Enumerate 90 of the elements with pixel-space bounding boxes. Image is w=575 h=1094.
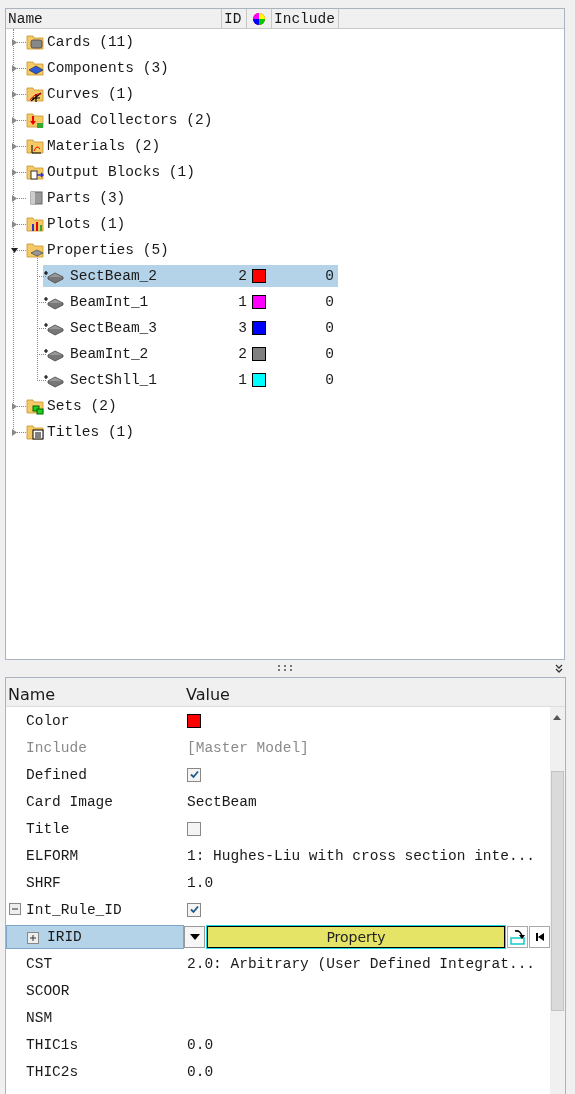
property-value: 0.0 [187, 1063, 214, 1080]
property-icon [43, 320, 65, 336]
property-name: CST [26, 955, 53, 972]
tree-item[interactable]: Components (3) [47, 60, 169, 76]
plots-folder-icon [26, 215, 46, 233]
include-value: 0 [325, 346, 334, 362]
tree-item[interactable]: Materials (2) [47, 138, 161, 154]
grip-icon[interactable] [277, 664, 293, 672]
arrow-into-box-icon [508, 928, 527, 945]
tree-item[interactable]: Parts (3) [47, 190, 126, 206]
tree-row[interactable]: SectBeam_3 3 0 [43, 317, 338, 339]
column-header[interactable]: ID [222, 9, 247, 28]
property-value: 2.0: Arbitrary (User Defined Integrat... [187, 955, 536, 972]
property-name: Int_Rule_ID [26, 901, 122, 918]
materials-folder-icon [26, 137, 46, 155]
loads-folder-icon [26, 111, 46, 129]
curves-folder-icon [26, 85, 46, 103]
color-swatch[interactable] [187, 713, 201, 728]
property-value: 1.0 [187, 874, 214, 891]
id-value: 1 [237, 294, 247, 310]
property-icon [43, 346, 65, 362]
property-value: 0.0 [187, 1036, 214, 1053]
checkbox[interactable] [187, 767, 201, 782]
property-name: Title [26, 820, 70, 837]
tree-item[interactable]: Cards (11) [47, 34, 134, 50]
collapse-icon[interactable] [555, 664, 563, 673]
column-header: Value [186, 685, 230, 706]
tree-item[interactable]: Load Collectors (2) [47, 112, 213, 128]
components-folder-icon [26, 59, 46, 77]
caret-icon [189, 933, 200, 940]
tree-item-label: SectShll_1 [70, 372, 158, 388]
include-value: 0 [325, 320, 334, 336]
id-value: 1 [237, 372, 247, 388]
scrollbar[interactable] [550, 707, 565, 1094]
tree-item-label: BeamInt_2 [70, 346, 150, 362]
property-icon [43, 268, 65, 284]
checkbox[interactable] [187, 902, 201, 917]
entity-selector-button[interactable]: Property [206, 924, 506, 949]
tree-row[interactable]: SectBeam_2 2 0 [43, 265, 338, 287]
tree-item-label: SectBeam_2 [70, 268, 158, 284]
column-header[interactable]: Include [272, 9, 339, 28]
property-value: 1: Hughes-Liu with cross section inte... [187, 847, 536, 864]
property-name: Color [26, 712, 70, 729]
expand-toggle-icon[interactable] [27, 931, 39, 944]
property-name: Defined [26, 766, 87, 783]
tree-row[interactable]: SectShll_1 1 0 [43, 369, 338, 391]
expander-icon[interactable] [11, 246, 18, 254]
property-name: NSM [26, 1009, 53, 1026]
tree-item[interactable]: Curves (1) [47, 86, 134, 102]
include-value: 0 [325, 294, 334, 310]
tree-row[interactable]: BeamInt_1 1 0 [43, 291, 338, 313]
collapse-toggle-icon[interactable] [9, 903, 21, 915]
property-name: Card Image [26, 793, 113, 810]
include-value: 0 [325, 372, 334, 388]
tree-item-label: BeamInt_1 [70, 294, 150, 310]
skip-back-icon [533, 930, 546, 943]
property-name: Include [26, 739, 87, 756]
titles-folder-icon [26, 423, 46, 441]
property-name: THIC2s [26, 1063, 79, 1080]
tree-item[interactable]: Properties (5) [47, 242, 169, 258]
select-arrow-button[interactable] [507, 925, 528, 948]
checkbox[interactable] [187, 821, 201, 836]
property-icon [43, 294, 65, 310]
tree-item[interactable]: Plots (1) [47, 216, 126, 232]
scroll-up-icon[interactable] [553, 715, 561, 720]
property-value: [Master Model] [187, 739, 309, 756]
property-icon [43, 372, 65, 388]
tree-row[interactable]: BeamInt_2 2 0 [43, 343, 338, 365]
property-name: SCOOR [26, 982, 70, 999]
output-folder-icon [26, 163, 46, 181]
property-name: ELFORM [26, 847, 79, 864]
id-value: 2 [237, 346, 247, 362]
include-value: 0 [325, 268, 334, 284]
column-header: Name [7, 685, 57, 706]
reset-button[interactable] [529, 925, 550, 948]
color-wheel-icon [252, 11, 266, 26]
property-name: SHRF [26, 874, 61, 891]
properties-folder-icon [26, 241, 46, 259]
id-value: 2 [237, 268, 247, 284]
tree-item[interactable]: Titles (1) [47, 424, 134, 440]
sets-folder-icon [26, 397, 46, 415]
id-value: 3 [237, 320, 247, 336]
tree-item-label: SectBeam_3 [70, 320, 158, 336]
tree-item[interactable]: Sets (2) [47, 398, 117, 414]
column-header[interactable]: Name [6, 9, 222, 28]
property-name-cell[interactable]: IRID [6, 924, 184, 949]
property-name: THIC1s [26, 1036, 79, 1053]
dropdown-button[interactable] [184, 925, 205, 948]
tree-item[interactable]: Output Blocks (1) [47, 164, 195, 180]
property-value: SectBeam [187, 793, 257, 810]
